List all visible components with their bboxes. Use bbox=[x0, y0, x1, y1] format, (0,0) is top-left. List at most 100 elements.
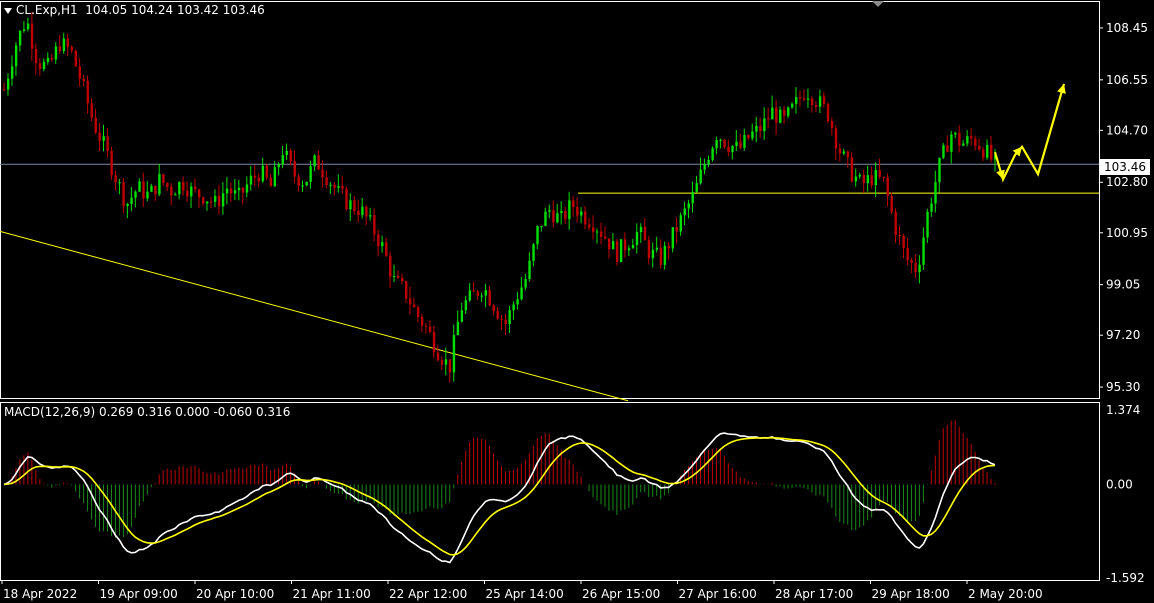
candle-body bbox=[568, 200, 571, 220]
candle-body bbox=[249, 175, 253, 185]
symbol-label: CL.Exp,H1 bbox=[16, 3, 78, 17]
candle-body bbox=[962, 143, 965, 146]
candle-body bbox=[389, 255, 392, 277]
candle-body bbox=[213, 195, 217, 202]
candle-body bbox=[341, 186, 344, 189]
candle-body bbox=[544, 211, 547, 226]
candle-body bbox=[150, 185, 153, 192]
candle-body bbox=[715, 139, 718, 149]
candle-body bbox=[548, 210, 551, 212]
candle-body bbox=[217, 195, 221, 207]
candle-body bbox=[377, 234, 380, 247]
candle-body bbox=[512, 304, 515, 311]
candle-body bbox=[814, 104, 818, 107]
candle-body bbox=[802, 98, 806, 100]
scroll-marker-icon[interactable] bbox=[872, 1, 884, 7]
candle-body bbox=[265, 165, 269, 178]
candle-body bbox=[743, 135, 746, 148]
candle-body bbox=[190, 186, 193, 197]
candle-body bbox=[635, 232, 639, 245]
candle-body bbox=[703, 164, 706, 170]
candle-body bbox=[787, 107, 790, 116]
candle-body bbox=[767, 118, 770, 120]
dropdown-triangle-icon[interactable] bbox=[4, 7, 12, 14]
macd-values: 0.269 0.316 0.000 -0.060 0.316 bbox=[98, 405, 291, 419]
candle-body bbox=[464, 300, 468, 311]
candle-body bbox=[886, 177, 889, 196]
candle-body bbox=[42, 61, 46, 70]
candle-body bbox=[385, 242, 388, 256]
candle-body bbox=[771, 107, 774, 120]
candle-body bbox=[198, 189, 201, 198]
price-tick-label: 102.80 bbox=[1106, 175, 1148, 189]
macd-name: MACD(12,26,9) bbox=[4, 405, 96, 419]
candle-body bbox=[806, 98, 810, 100]
candle-body bbox=[313, 155, 316, 167]
candle-body bbox=[130, 197, 133, 204]
candle-body bbox=[643, 226, 647, 241]
time-tick-label: 2 May 20:00 bbox=[968, 587, 1043, 601]
candle-body bbox=[878, 170, 881, 177]
forecast-zigzag[interactable] bbox=[993, 83, 1066, 183]
candle-body bbox=[186, 190, 189, 197]
candle-body bbox=[504, 319, 507, 325]
candle-body bbox=[854, 176, 858, 182]
candle-body bbox=[488, 290, 491, 306]
candle-body bbox=[830, 121, 834, 129]
candle-body bbox=[623, 239, 627, 251]
candle-body bbox=[397, 276, 400, 278]
candle-body bbox=[611, 241, 615, 250]
candle-body bbox=[592, 227, 595, 232]
candle-body bbox=[357, 210, 360, 216]
candle-body bbox=[361, 206, 364, 216]
candle-body bbox=[639, 226, 643, 233]
time-tick-label: 25 Apr 14:00 bbox=[486, 587, 564, 601]
candle-body bbox=[194, 186, 197, 190]
candle-body bbox=[381, 242, 384, 247]
candle-body bbox=[584, 211, 587, 225]
candle-body bbox=[46, 57, 50, 62]
candle-body bbox=[337, 186, 340, 188]
candle-body bbox=[70, 46, 74, 51]
candle-body bbox=[834, 128, 838, 149]
candle-body bbox=[723, 139, 726, 147]
candle-body bbox=[874, 170, 878, 186]
candle-body bbox=[353, 200, 356, 211]
candle-body bbox=[452, 335, 456, 373]
candle-body bbox=[237, 187, 241, 191]
candle-body bbox=[221, 193, 225, 207]
time-tick-label: 22 Apr 12:00 bbox=[389, 587, 467, 601]
candle-body bbox=[862, 174, 866, 184]
candle-body bbox=[201, 197, 205, 204]
candle-body bbox=[393, 276, 396, 278]
candle-body bbox=[986, 144, 989, 158]
candle-body bbox=[958, 132, 961, 146]
candle-body bbox=[293, 161, 296, 177]
candle-body bbox=[552, 210, 555, 223]
candle-body bbox=[233, 190, 237, 194]
candle-body bbox=[369, 215, 372, 217]
candle-body bbox=[663, 245, 667, 265]
candle-body bbox=[90, 103, 93, 118]
candle-body bbox=[556, 213, 559, 223]
candle-body bbox=[699, 169, 702, 184]
chart-window[interactable]: 108.45 106.55 104.70 102.80 100.95 99.05 97.20… bbox=[0, 0, 1154, 603]
candle-body bbox=[528, 260, 531, 280]
candle-body bbox=[321, 169, 324, 178]
candle-body bbox=[731, 146, 734, 153]
candle-body bbox=[428, 326, 432, 333]
chart-canvas[interactable]: 108.45 106.55 104.70 102.80 100.95 99.05 97.20… bbox=[0, 0, 1154, 603]
candle-body bbox=[404, 281, 408, 299]
macd-scale-top: 1.374 bbox=[1106, 403, 1140, 417]
candle-body bbox=[982, 149, 985, 158]
candle-body bbox=[894, 211, 897, 235]
candle-body bbox=[448, 359, 452, 373]
candle-body bbox=[938, 157, 941, 183]
macd-scale-zero: 0.00 bbox=[1106, 477, 1133, 491]
price-tick-label: 106.55 bbox=[1106, 73, 1148, 87]
candle-body bbox=[162, 174, 165, 183]
candle-body bbox=[826, 103, 830, 122]
candle-body bbox=[18, 30, 22, 46]
low-value: 103.42 bbox=[176, 3, 219, 17]
candle-body bbox=[424, 325, 428, 327]
